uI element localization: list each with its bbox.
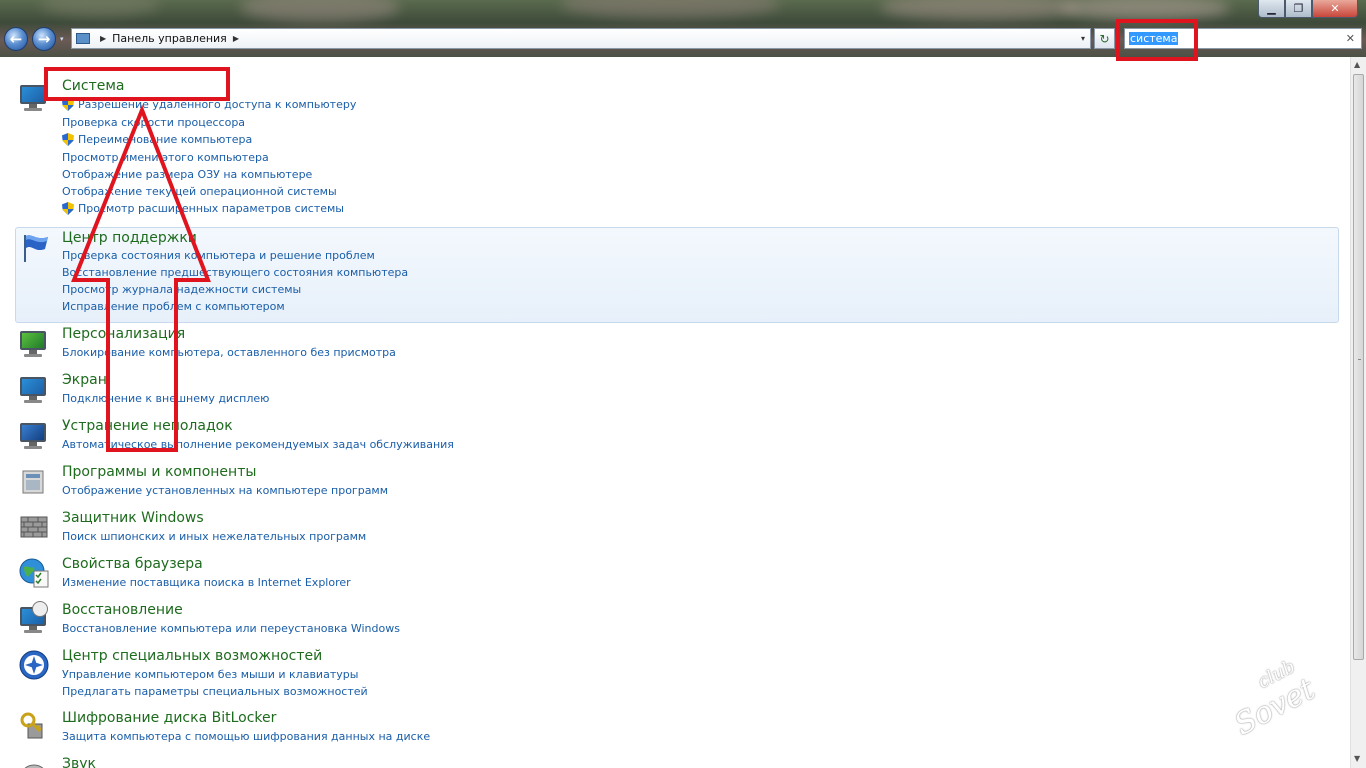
task-link[interactable]: Подключение к внешнему дисплею (62, 392, 269, 405)
programs-box-icon (18, 465, 50, 497)
control-panel-icon (76, 33, 90, 44)
group-title[interactable]: Шифрование диска BitLocker (62, 710, 276, 726)
result-group-ease-of-access: Центр специальных возможностей Управлени… (0, 647, 1340, 709)
uac-shield-icon (62, 202, 74, 215)
minimize-icon: ▁ (1267, 2, 1276, 15)
system-monitor-icon (18, 81, 50, 113)
result-group-internet-options: Свойства браузера Изменение поставщика п… (0, 555, 1340, 601)
task-link[interactable]: Исправление проблем с компьютером (62, 300, 285, 313)
forward-button[interactable]: → (32, 27, 56, 51)
close-icon: ✕ (1330, 2, 1340, 15)
group-title[interactable]: Программы и компоненты (62, 464, 256, 480)
scrollbar-thumb[interactable] (1353, 74, 1364, 660)
group-title[interactable]: Защитник Windows (62, 510, 204, 526)
scroll-down-icon[interactable]: ▼ (1354, 754, 1360, 763)
task-link[interactable]: Предлагать параметры специальных возможн… (62, 685, 368, 698)
window-controls: ▁ ❐ ✕ (1258, 0, 1358, 18)
defender-wall-icon (18, 511, 50, 543)
group-title[interactable]: Экран (62, 372, 107, 388)
task-link[interactable]: Восстановление предшествующего состояния… (62, 266, 408, 279)
task-link[interactable]: Просмотр расширенных параметров системы (62, 202, 344, 215)
group-title[interactable]: Система (62, 78, 124, 94)
refresh-icon: ↻ (1099, 31, 1110, 46)
result-group-action-center: Центр поддержки Проверка состояния компь… (15, 227, 1339, 323)
result-group-programs: Программы и компоненты Отображение устан… (0, 463, 1340, 509)
search-results-list: Система Разрешение удаленного доступа к … (0, 57, 1350, 768)
chevron-down-icon: ▾ (60, 35, 64, 43)
result-group-windows-defender: Защитник Windows Поиск шпионских и иных … (0, 509, 1340, 555)
search-input-value[interactable]: система (1129, 32, 1179, 45)
task-link[interactable]: Отображение установленных на компьютере … (62, 484, 388, 497)
maximize-button[interactable]: ❐ (1285, 0, 1312, 18)
flag-icon (19, 232, 51, 264)
uac-shield-icon (62, 133, 74, 146)
group-title[interactable]: Восстановление (62, 602, 183, 618)
breadcrumb-control-panel[interactable]: Панель управления (112, 32, 227, 45)
globe-checklist-icon (18, 557, 50, 589)
maximize-icon: ❐ (1293, 2, 1304, 15)
task-link[interactable]: Просмотр имени этого компьютера (62, 151, 269, 164)
task-link[interactable]: Переименование компьютера (62, 133, 252, 146)
bitlocker-keys-icon (18, 710, 50, 742)
task-link[interactable]: Проверка состояния компьютера и решение … (62, 249, 375, 262)
task-link[interactable]: Отображение текущей операционной системы (62, 185, 337, 198)
task-link[interactable]: Автоматическое выполнение рекомендуемых … (62, 438, 454, 451)
task-link[interactable]: Поиск шпионских и иных нежелательных про… (62, 530, 366, 543)
task-link[interactable]: Разрешение удаленного доступа к компьюте… (62, 98, 356, 111)
task-link[interactable]: Проверка скорости процессора (62, 116, 245, 129)
task-link[interactable]: Управление компьютером без мыши и клавиа… (62, 668, 358, 681)
group-title[interactable]: Центр специальных возможностей (62, 648, 322, 664)
troubleshooting-monitor-icon (18, 419, 50, 451)
recent-pages-dropdown[interactable]: ▾ (60, 35, 64, 43)
scroll-up-icon[interactable]: ▲ (1354, 60, 1360, 69)
explorer-titlebar: ▁ ❐ ✕ ← → ▾ ▶ Панель управления ▶ ▾ ↻ си… (0, 0, 1366, 57)
breadcrumb-separator-icon[interactable]: ▶ (233, 34, 239, 43)
address-dropdown-icon[interactable]: ▾ (1081, 34, 1085, 43)
result-group-troubleshooting: Устранение неполадок Автоматическое выпо… (0, 417, 1340, 463)
display-monitor-icon (18, 373, 50, 405)
task-link[interactable]: Отображение размера ОЗУ на компьютере (62, 168, 312, 181)
result-group-system: Система Разрешение удаленного доступа к … (0, 57, 1340, 227)
group-title[interactable]: Звук (62, 757, 96, 768)
back-arrow-icon: ← (9, 30, 23, 48)
personalization-monitor-icon (18, 327, 50, 359)
group-title[interactable]: Свойства браузера (62, 556, 203, 572)
minimize-button[interactable]: ▁ (1258, 0, 1285, 18)
clear-search-icon[interactable]: ✕ (1346, 32, 1355, 45)
uac-shield-icon (62, 98, 74, 111)
group-title[interactable]: Персонализация (62, 326, 185, 342)
result-group-display: Экран Подключение к внешнему дисплею (0, 371, 1340, 417)
result-group-personalization: Персонализация Блокирование компьютера, … (0, 325, 1340, 371)
vertical-scrollbar[interactable]: ▲ ▼ (1350, 57, 1366, 768)
clock-icon (32, 601, 48, 617)
group-title[interactable]: Центр поддержки (62, 230, 197, 246)
address-bar[interactable]: ▶ Панель управления ▶ ▾ (71, 28, 1091, 49)
accessibility-icon (18, 649, 50, 681)
close-button[interactable]: ✕ (1312, 0, 1358, 18)
breadcrumb-separator-icon[interactable]: ▶ (100, 34, 106, 43)
refresh-button[interactable]: ↻ (1094, 28, 1115, 49)
sound-icon (18, 759, 50, 768)
result-group-recovery: Восстановление Восстановление компьютера… (0, 601, 1340, 647)
search-input[interactable]: система ✕ (1124, 28, 1362, 49)
task-link[interactable]: Защита компьютера с помощью шифрования д… (62, 730, 430, 743)
task-link[interactable]: Восстановление компьютера или переустано… (62, 622, 400, 635)
group-title[interactable]: Устранение неполадок (62, 418, 233, 434)
task-link[interactable]: Просмотр журнала надежности системы (62, 283, 301, 296)
task-link[interactable]: Блокирование компьютера, оставленного бе… (62, 346, 396, 359)
result-group-bitlocker: Шифрование диска BitLocker Защита компью… (0, 710, 1340, 756)
back-button[interactable]: ← (4, 27, 28, 51)
result-group-sound: Звук (0, 757, 1340, 768)
forward-arrow-icon: → (37, 30, 51, 48)
recovery-monitor-icon (18, 601, 50, 635)
task-link[interactable]: Изменение поставщика поиска в Internet E… (62, 576, 351, 589)
